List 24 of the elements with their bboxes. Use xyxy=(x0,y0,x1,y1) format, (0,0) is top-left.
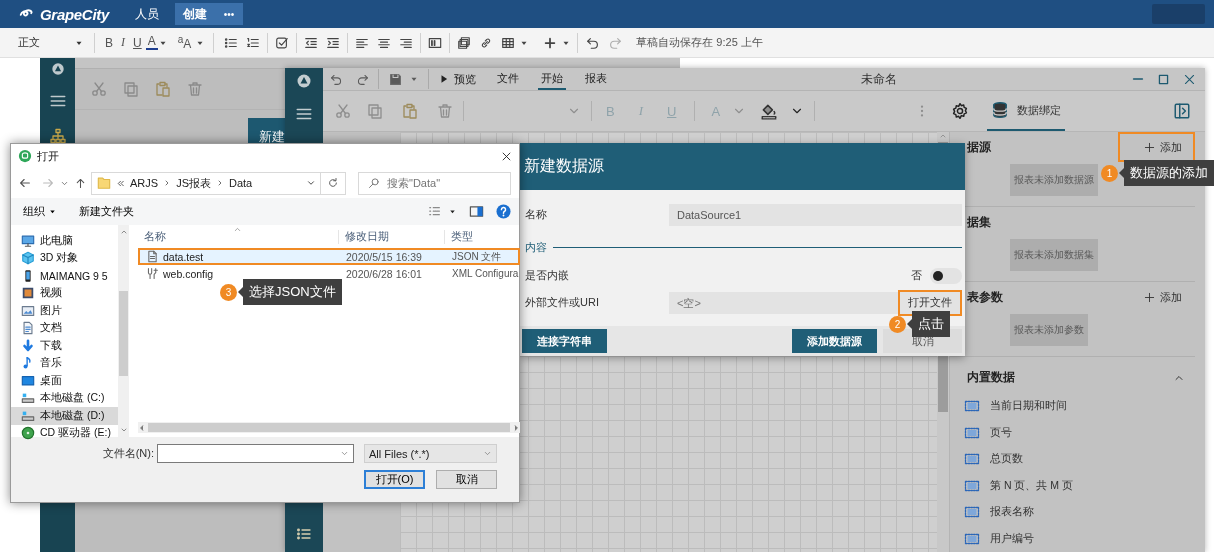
callout-tip: 数据源的添加 xyxy=(1119,160,1214,186)
field-label: 是否内嵌 xyxy=(525,268,570,283)
field-label: 名称 xyxy=(525,207,548,222)
dialog-title: 打开 xyxy=(37,148,59,164)
callout-tip: 选择JSON文件 xyxy=(238,279,342,305)
field-label: 外部文件或URI xyxy=(525,295,600,310)
file-type: XML Configura xyxy=(451,268,519,279)
file-type: JSON 文件 xyxy=(451,249,503,264)
section-title: 表参数 xyxy=(967,289,1003,305)
file-name: data.test xyxy=(163,250,204,263)
callout-tip: 点击 xyxy=(907,311,950,337)
file-date: 2020/6/28 16:01 xyxy=(345,267,423,280)
toggle-state: 否 xyxy=(911,268,922,283)
file-date: 2020/5/15 16:39 xyxy=(345,250,423,263)
brand-name: GrapeCity xyxy=(40,5,109,23)
section-title: 据集 xyxy=(967,214,991,230)
file-name: web.config xyxy=(163,267,214,280)
field-label: 文件名(N): xyxy=(101,446,155,461)
dialog-title: 新建数据源 xyxy=(520,143,965,190)
autosave-status: 草稿自动保存在 9:25 上午 xyxy=(636,35,763,50)
section-label: 内容 xyxy=(525,240,547,255)
section-title: 内置数据 xyxy=(967,370,1015,386)
section-title: 据源 xyxy=(967,139,991,155)
document-title: 未命名 xyxy=(860,70,897,88)
